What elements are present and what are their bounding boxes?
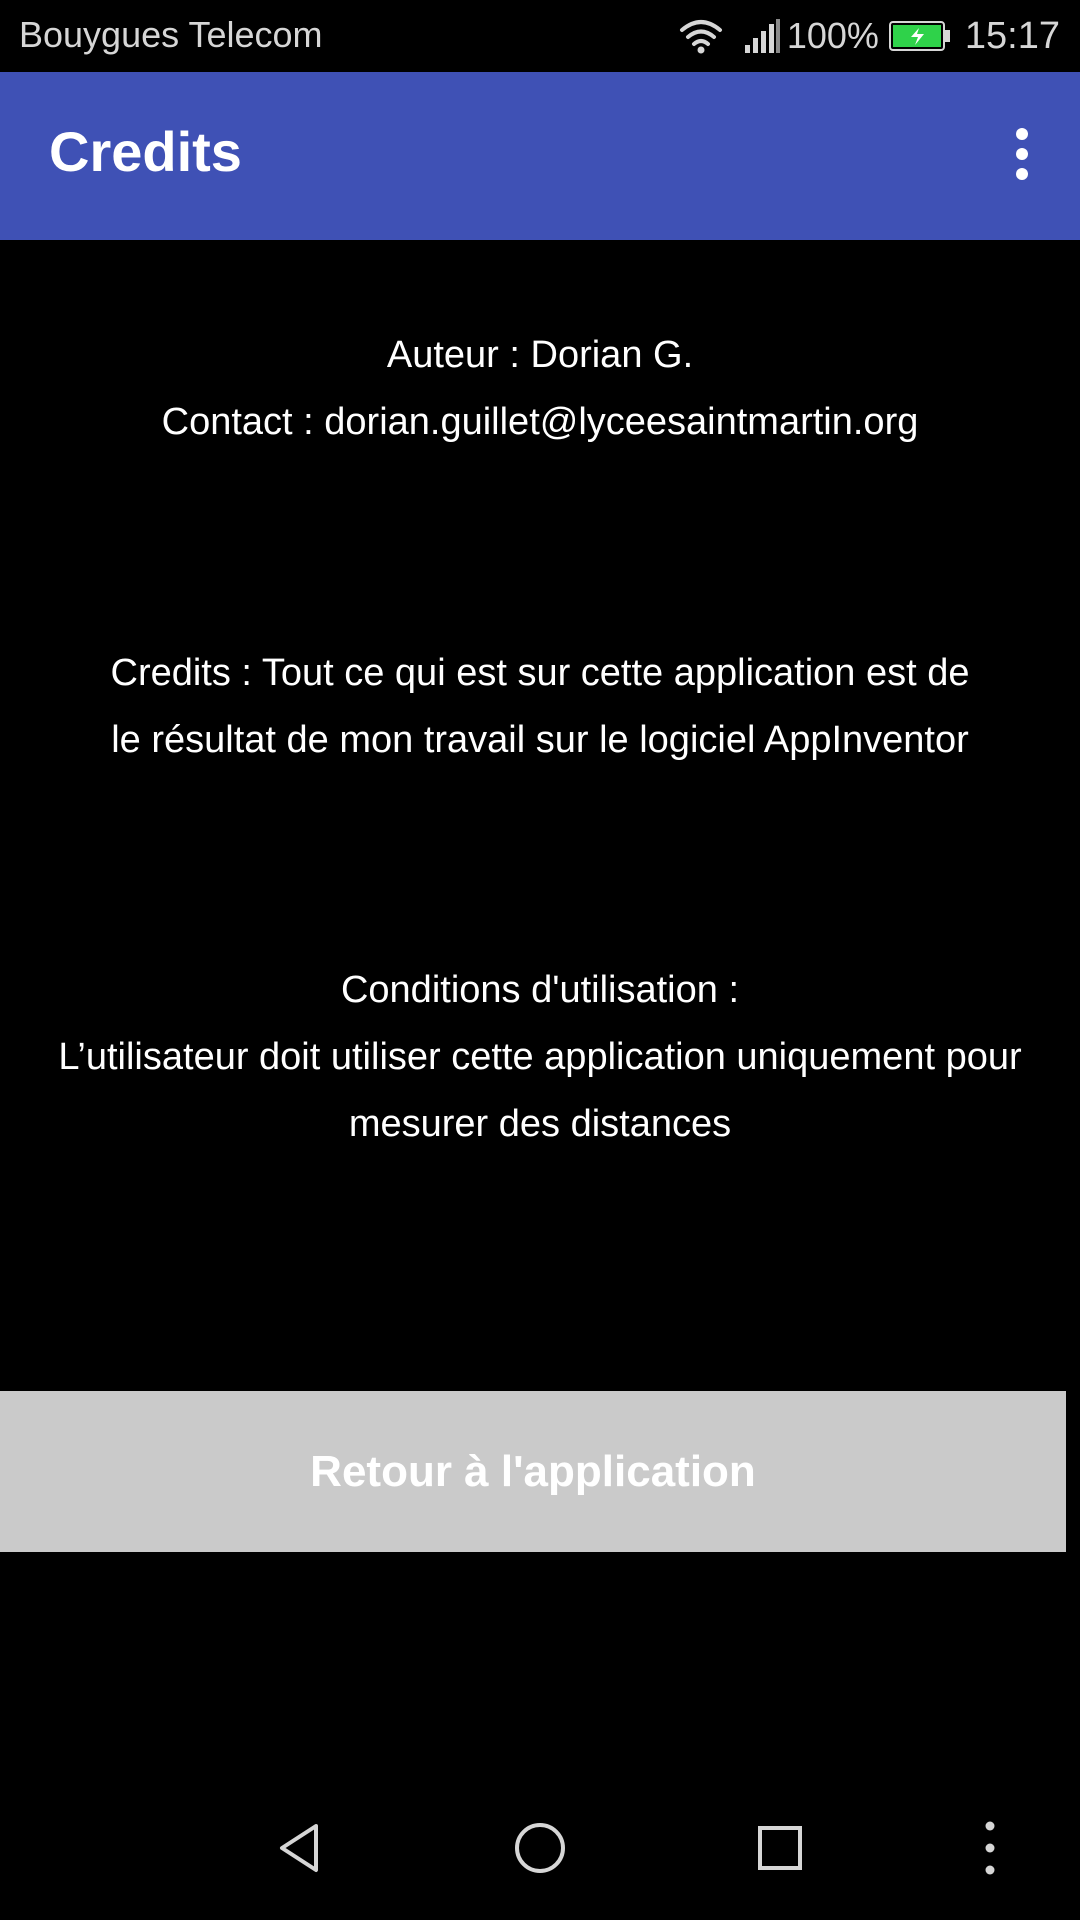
recents-square-icon[interactable] bbox=[750, 1818, 810, 1878]
credits-screen: Bouygues Telecom 100% 15:17 Credits Aute… bbox=[0, 0, 1080, 1920]
conditions-title: Conditions d'utilisation : bbox=[340, 969, 740, 1011]
conditions-text-line2: mesurer des distances bbox=[348, 1103, 732, 1145]
back-triangle-icon[interactable] bbox=[270, 1818, 330, 1878]
home-circle-icon[interactable] bbox=[510, 1818, 570, 1878]
carrier-name: Bouygues Telecom bbox=[19, 14, 323, 55]
status-indicators: 100% 15:17 bbox=[679, 10, 1060, 62]
credits-text-line2: le résultat de mon travail sur le logici… bbox=[111, 719, 969, 761]
app-bar: Credits bbox=[0, 72, 1080, 240]
battery-charging-icon bbox=[888, 21, 950, 51]
back-to-app-button[interactable]: Retour à l'application bbox=[0, 1391, 1066, 1552]
battery-percentage: 100% bbox=[786, 15, 879, 56]
credits-block: Credits : Tout ce qui est sur cette appl… bbox=[0, 640, 1080, 774]
overflow-menu-button[interactable] bbox=[990, 122, 1054, 186]
clock: 15:17 bbox=[964, 14, 1060, 57]
wifi-icon bbox=[679, 20, 722, 54]
conditions-block: Conditions d'utilisation : L’utilisateur… bbox=[0, 957, 1080, 1158]
author-label: Auteur : Dorian G. bbox=[386, 334, 694, 376]
contact-label: Contact : dorian.guillet@lyceesaintmarti… bbox=[161, 401, 919, 443]
credits-text-line1: Credits : Tout ce qui est sur cette appl… bbox=[110, 652, 970, 694]
status-bar: Bouygues Telecom 100% 15:17 bbox=[0, 0, 1080, 72]
signal-icon bbox=[744, 19, 780, 53]
page-title: Credits bbox=[49, 120, 242, 183]
conditions-text-line1: L’utilisateur doit utiliser cette applic… bbox=[58, 1036, 1022, 1078]
more-vert-icon bbox=[1016, 128, 1028, 180]
author-block: Auteur : Dorian G. Contact : dorian.guil… bbox=[0, 322, 1080, 456]
more-vert-icon[interactable] bbox=[975, 1818, 1005, 1878]
navigation-bar bbox=[0, 1776, 1080, 1920]
